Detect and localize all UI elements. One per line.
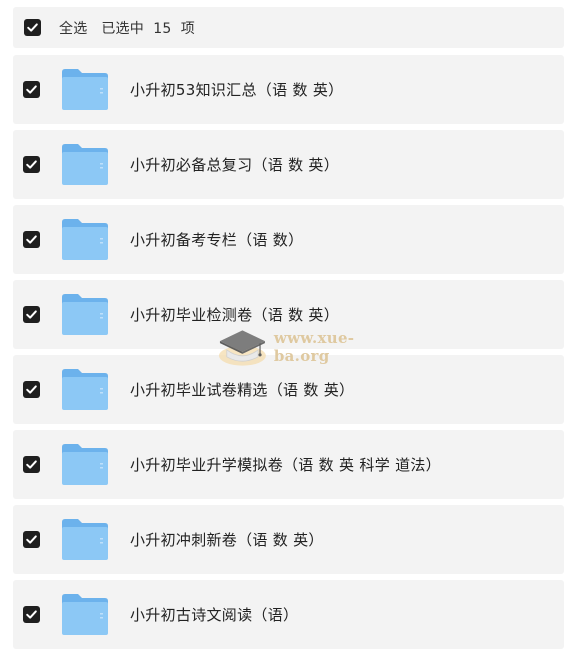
folder-icon — [62, 69, 108, 110]
item-label: 小升初53知识汇总（语 数 英） — [130, 81, 344, 99]
item-label: 小升初冲刺新卷（语 数 英） — [130, 531, 324, 549]
check-icon — [27, 23, 38, 32]
check-icon — [26, 85, 37, 94]
check-icon — [26, 310, 37, 319]
list-item[interactable]: 小升初53知识汇总（语 数 英） — [13, 55, 564, 124]
folder-icon — [62, 144, 108, 185]
item-label: 小升初毕业试卷精选（语 数 英） — [130, 381, 355, 399]
item-checkbox[interactable] — [23, 81, 40, 98]
list-item[interactable]: 小升初毕业升学模拟卷（语 数 英 科学 道法） — [13, 430, 564, 499]
folder-icon — [62, 369, 108, 410]
item-checkbox[interactable] — [23, 231, 40, 248]
item-label: 小升初毕业升学模拟卷（语 数 英 科学 道法） — [130, 456, 441, 474]
select-all-checkbox[interactable] — [24, 19, 41, 36]
item-checkbox[interactable] — [23, 606, 40, 623]
folder-icon — [62, 519, 108, 560]
select-all-bar: 全选 已选中 15 项 — [13, 7, 564, 48]
item-label: 小升初必备总复习（语 数 英） — [130, 156, 340, 174]
selection-count-label: 全选 已选中 15 项 — [59, 20, 195, 37]
check-icon — [26, 385, 37, 394]
check-icon — [26, 160, 37, 169]
item-label: 小升初备考专栏（语 数） — [130, 231, 304, 249]
check-icon — [26, 235, 37, 244]
check-icon — [26, 460, 37, 469]
list-item[interactable]: 小升初毕业试卷精选（语 数 英） — [13, 355, 564, 424]
folder-icon — [62, 594, 108, 635]
folder-icon — [62, 219, 108, 260]
item-checkbox[interactable] — [23, 306, 40, 323]
check-icon — [26, 610, 37, 619]
list-item[interactable]: 小升初古诗文阅读（语） — [13, 580, 564, 649]
item-checkbox[interactable] — [23, 531, 40, 548]
item-label: 小升初古诗文阅读（语） — [130, 606, 299, 624]
item-checkbox[interactable] — [23, 156, 40, 173]
folder-icon — [62, 444, 108, 485]
folder-icon — [62, 294, 108, 335]
list-item[interactable]: 小升初毕业检测卷（语 数 英） — [13, 280, 564, 349]
item-checkbox[interactable] — [23, 456, 40, 473]
item-label: 小升初毕业检测卷（语 数 英） — [130, 306, 340, 324]
list-item[interactable]: 小升初备考专栏（语 数） — [13, 205, 564, 274]
list-item[interactable]: 小升初冲刺新卷（语 数 英） — [13, 505, 564, 574]
item-checkbox[interactable] — [23, 381, 40, 398]
check-icon — [26, 535, 37, 544]
list-item[interactable]: 小升初必备总复习（语 数 英） — [13, 130, 564, 199]
